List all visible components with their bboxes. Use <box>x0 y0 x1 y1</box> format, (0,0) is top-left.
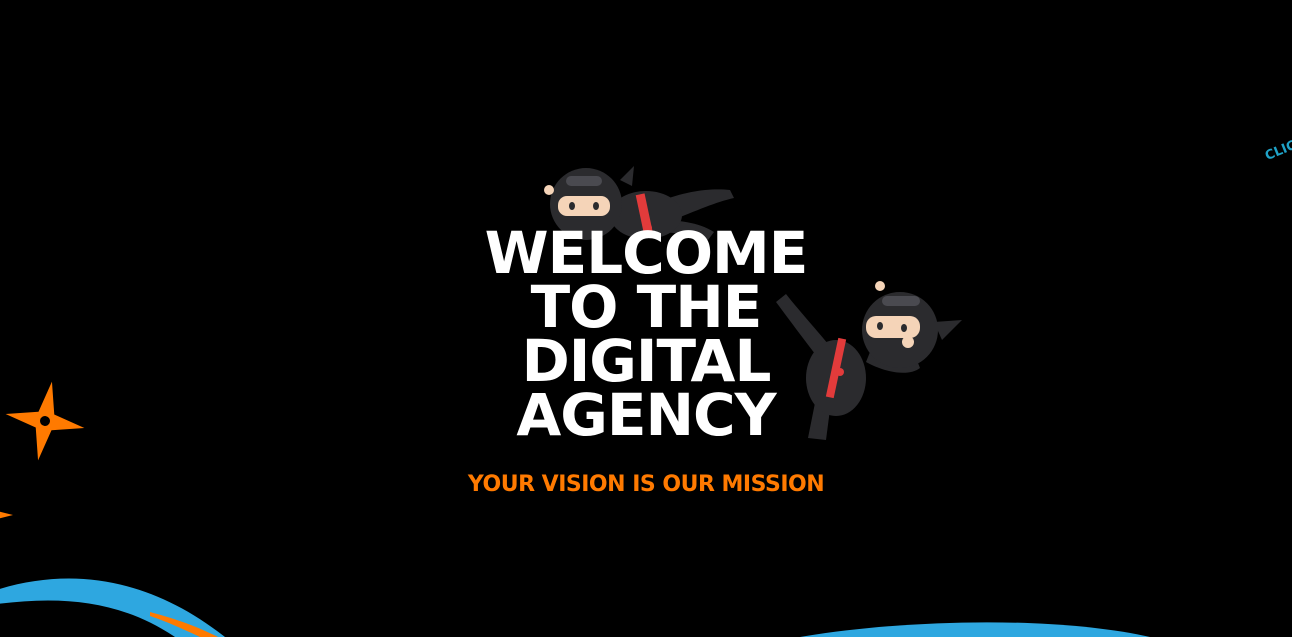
blue-wave-left <box>0 578 225 637</box>
hero-title: WELCOME TO THE DIGITAL AGENCY <box>446 219 846 449</box>
blue-wave-bottom <box>800 622 1150 637</box>
shuriken-icon <box>0 511 13 519</box>
hero-title-line: TO THE <box>530 273 763 341</box>
landing-page: WELCOME TO THE DIGITAL AGENCY YOUR VISIO… <box>0 0 1292 637</box>
hero-title-line: AGENCY <box>516 381 776 449</box>
click-link[interactable]: CLICK <box>1263 134 1292 164</box>
hero-title-line: DIGITAL <box>521 327 772 395</box>
hero-title-line: WELCOME <box>484 219 809 287</box>
shuriken-icon <box>5 381 85 461</box>
hero-tagline: YOUR VISION IS OUR MISSION <box>467 472 825 497</box>
orange-wave-left <box>150 612 218 637</box>
